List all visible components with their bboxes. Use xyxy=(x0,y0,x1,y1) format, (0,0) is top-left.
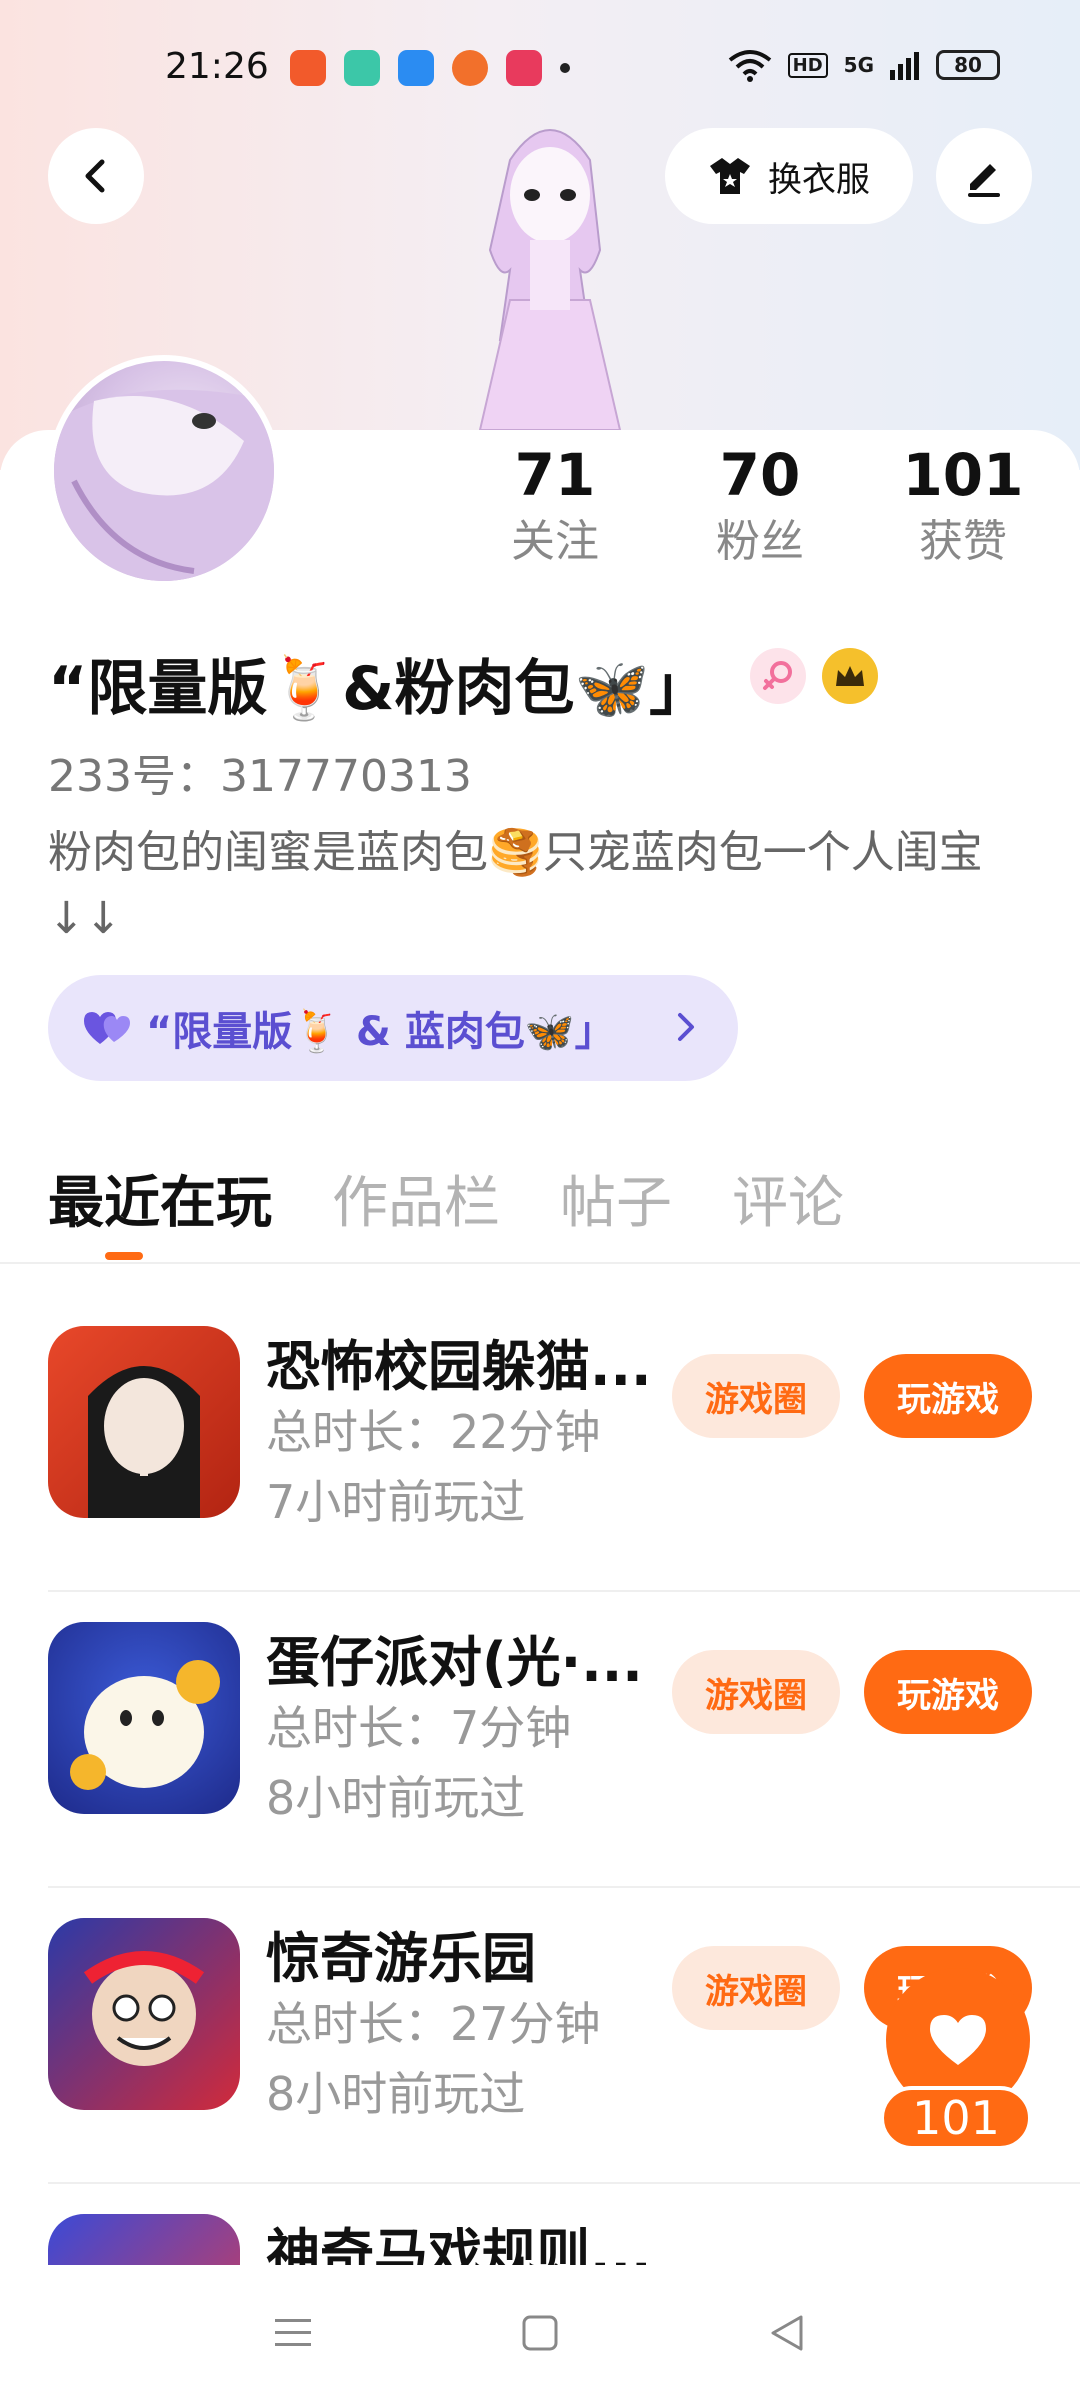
edit-pen-icon xyxy=(968,164,1000,197)
game-duration: 总时长：22分钟 xyxy=(266,1405,601,1459)
play-game-button[interactable]: 玩游戏 xyxy=(864,1354,1032,1438)
game-circle-button[interactable]: 游戏圈 xyxy=(672,1650,840,1734)
back-button[interactable] xyxy=(48,128,144,224)
tab-works[interactable]: 作品栏 xyxy=(332,1158,500,1239)
edit-profile-button[interactable] xyxy=(936,128,1032,224)
status-time: 21:26 xyxy=(165,46,269,87)
game-last-played: 8小时前玩过 xyxy=(266,2067,526,2121)
partner-name: “限量版🍹 & 蓝肉包🦋」 xyxy=(146,1009,615,1055)
active-tab-indicator xyxy=(105,1252,143,1260)
game-last-played: 8小时前玩过 xyxy=(266,1771,526,1825)
app-notification-icon xyxy=(290,50,326,86)
game-name: 蛋仔派对(光·... xyxy=(266,1631,643,1694)
battery-level: 80 xyxy=(954,53,982,77)
status-bar: 21:26 HD 5G 80 xyxy=(0,40,1080,100)
game-name: 恐怖校园躲猫... xyxy=(266,1335,652,1398)
tab-comments[interactable]: 评论 xyxy=(732,1158,844,1239)
game-icon[interactable] xyxy=(48,1918,240,2110)
partner-link[interactable]: “限量版🍹 & 蓝肉包🦋」 xyxy=(48,975,738,1081)
more-notifications-dot xyxy=(560,63,570,73)
app-notification-icon xyxy=(398,50,434,86)
tab-posts[interactable]: 帖子 xyxy=(560,1158,672,1239)
game-icon[interactable] xyxy=(48,1622,240,1814)
chevron-right-icon xyxy=(678,1013,694,1041)
game-circle-button[interactable]: 游戏圈 xyxy=(672,1354,840,1438)
app-notification-icon xyxy=(344,50,380,86)
wifi-icon xyxy=(728,50,771,82)
game-icon[interactable] xyxy=(48,1326,240,1518)
change-outfit-label: 换衣服 xyxy=(768,159,870,200)
back-triangle-icon[interactable] xyxy=(767,2313,807,2353)
profile-nickname: “限量版🍹&粉肉包🦋」 xyxy=(48,640,709,727)
system-navigation-bar xyxy=(0,2265,1080,2400)
profile-tabs: 最近在玩 作品栏 帖子 评论 xyxy=(48,1158,844,1239)
network-type: 5G xyxy=(843,53,874,77)
stat-likes-label: 获赞 xyxy=(919,516,1007,567)
gender-badge xyxy=(750,648,806,704)
stat-followers-value: 70 xyxy=(719,441,801,509)
app-notification-icon xyxy=(452,50,488,86)
nickname-text: “限量版🍹&粉肉包🦋」 xyxy=(48,654,710,724)
like-count: 101 xyxy=(880,2086,1032,2150)
stat-followers-label: 粉丝 xyxy=(716,516,804,567)
game-duration: 总时长：27分钟 xyxy=(266,1997,601,2051)
tab-recently-played[interactable]: 最近在玩 xyxy=(48,1158,272,1239)
profile-avatar[interactable] xyxy=(48,355,280,587)
signal-icon xyxy=(890,52,919,80)
profile-bio: 粉肉包的闺蜜是蓝肉包🥞只宠蓝肉包一个人闺宝↓↓ xyxy=(48,827,983,944)
hd-indicator: HD xyxy=(787,52,828,78)
stat-following[interactable]: 71 关注 xyxy=(480,440,630,572)
stat-following-value: 71 xyxy=(514,441,596,509)
vip-badge[interactable] xyxy=(822,648,878,704)
home-square-icon[interactable] xyxy=(520,2313,560,2353)
status-indicators: HD 5G 80 xyxy=(728,48,1000,82)
menu-icon[interactable] xyxy=(273,2315,313,2351)
game-last-played: 7小时前玩过 xyxy=(266,1475,526,1529)
female-icon xyxy=(763,661,792,690)
play-game-button[interactable]: 玩游戏 xyxy=(864,1650,1032,1734)
game-circle-button[interactable]: 游戏圈 xyxy=(672,1946,840,2030)
game-name: 惊奇游乐园 xyxy=(266,1927,536,1990)
double-heart-icon xyxy=(84,1012,130,1044)
game-list-item[interactable]: 蛋仔派对(光·... 总时长：7分钟 8小时前玩过 游戏圈 玩游戏 xyxy=(0,1592,1080,1888)
heart-icon xyxy=(930,2015,986,2065)
stat-likes[interactable]: 101 获赞 xyxy=(888,440,1038,572)
user-id: 233号：317770313 xyxy=(48,751,472,802)
status-app-icons xyxy=(290,50,570,86)
avatar-character-illustration[interactable] xyxy=(440,100,660,431)
battery-icon: 80 xyxy=(936,50,1000,80)
game-duration: 总时长：7分钟 xyxy=(266,1701,572,1755)
stat-likes-value: 101 xyxy=(902,441,1024,509)
like-floating-button[interactable]: 101 xyxy=(880,1968,1032,2150)
app-notification-icon xyxy=(506,50,542,86)
back-arrow-icon xyxy=(85,159,105,193)
change-outfit-button[interactable]: 换衣服 xyxy=(665,128,913,224)
shirt-icon xyxy=(710,158,750,194)
crown-icon xyxy=(836,666,864,686)
stat-followers[interactable]: 70 粉丝 xyxy=(685,440,835,572)
game-list-item[interactable]: 恐怖校园躲猫... 总时长：22分钟 7小时前玩过 游戏圈 玩游戏 xyxy=(0,1296,1080,1592)
tab-divider xyxy=(0,1262,1080,1264)
stat-following-label: 关注 xyxy=(511,516,599,567)
